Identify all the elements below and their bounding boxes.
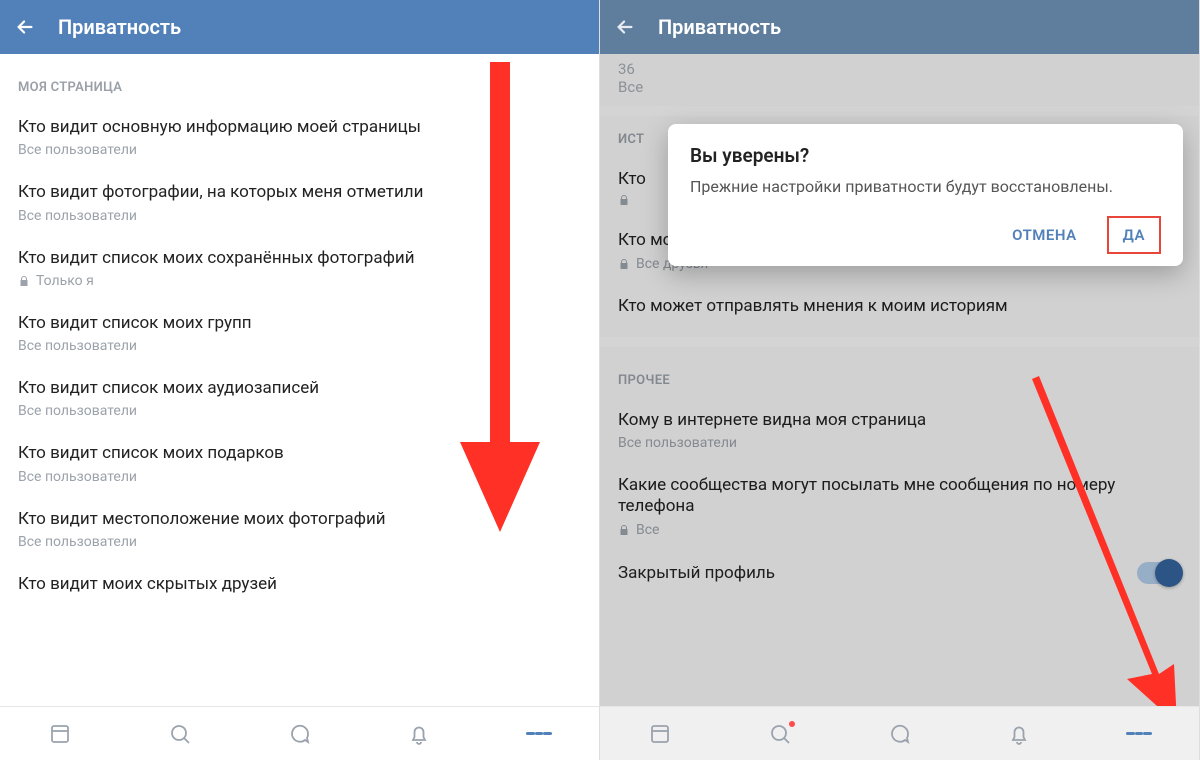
topbar-left: Приватность (0, 0, 599, 54)
notification-dot-icon (789, 721, 795, 727)
feed-icon[interactable] (47, 721, 73, 747)
cancel-button[interactable]: ОТМЕНА (998, 218, 1091, 252)
dialog-message: Прежние настройки приватности будут восс… (690, 177, 1161, 198)
bottombar (600, 706, 1199, 760)
content-right: 36 Все ИСТ Кто Кто может отвечать на мои… (600, 54, 1199, 706)
guide-arrow-diagonal-icon (1027, 374, 1187, 706)
menu-icon[interactable] (1126, 721, 1152, 747)
bottombar (0, 706, 599, 760)
dialog-title: Вы уверены? (690, 144, 1161, 167)
feed-icon[interactable] (647, 721, 673, 747)
messages-icon[interactable] (286, 721, 312, 747)
guide-arrow-down-icon (455, 62, 545, 532)
lock-icon (18, 275, 30, 287)
item-label: Кто видит моих скрытых друзей (18, 574, 581, 595)
item-sub-text: Только я (36, 273, 94, 289)
topbar-right: Приватность (600, 0, 1199, 54)
page-title: Приватность (658, 15, 781, 39)
back-icon[interactable] (14, 16, 36, 38)
ok-button[interactable]: ДА (1107, 216, 1161, 254)
back-icon[interactable] (614, 16, 636, 38)
notifications-icon[interactable] (1006, 721, 1032, 747)
screen-left: Приватность МОЯ СТРАНИЦА Кто видит основ… (0, 0, 600, 760)
privacy-item[interactable]: Кто видит моих скрытых друзей (0, 562, 599, 607)
notifications-icon[interactable] (406, 721, 432, 747)
confirm-dialog: Вы уверены? Прежние настройки приватност… (668, 124, 1183, 266)
search-icon[interactable] (767, 721, 793, 747)
menu-icon[interactable] (526, 721, 552, 747)
page-title: Приватность (58, 15, 181, 39)
search-icon[interactable] (167, 721, 193, 747)
item-sub: Все пользователи (18, 534, 581, 550)
messages-icon[interactable] (886, 721, 912, 747)
screen-right: Приватность 36 Все ИСТ Кто Кто может отв… (600, 0, 1200, 760)
